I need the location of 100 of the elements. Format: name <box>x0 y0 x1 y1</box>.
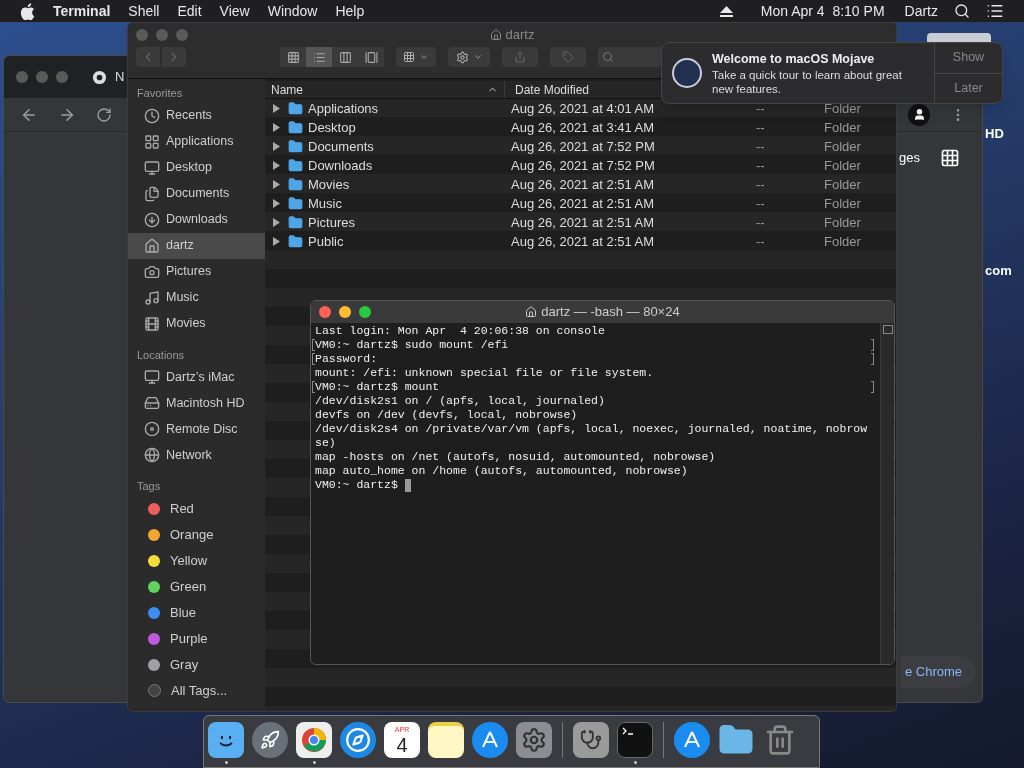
menu-clock[interactable]: Mon Apr 4 8:10 PM <box>760 0 885 22</box>
terminal-icon[interactable] <box>617 722 653 758</box>
folder-icon <box>288 120 303 135</box>
search-icon <box>602 51 614 63</box>
eject-icon[interactable] <box>719 5 733 17</box>
menu-user-name[interactable]: Dartz <box>904 0 938 22</box>
date-modified: Aug 26, 2021 at 4:01 AM <box>511 99 656 118</box>
sidebar-item[interactable]: Purple <box>128 625 265 652</box>
reload-icon[interactable] <box>96 106 112 123</box>
desktop-icon-label[interactable]: HD <box>985 124 1004 144</box>
menu-item[interactable]: View <box>219 0 250 22</box>
menu-app-name[interactable]: Terminal <box>53 0 111 22</box>
disclosure-triangle-icon[interactable] <box>273 123 280 132</box>
column-view-button[interactable] <box>332 47 358 67</box>
caret-icon <box>472 52 483 62</box>
file-size: -- <box>756 137 766 156</box>
sidebar-item[interactable]: dartz <box>128 232 265 259</box>
sidebar-item[interactable]: Applications <box>128 128 265 155</box>
sidebar-item[interactable]: Red <box>128 495 265 522</box>
action-button[interactable] <box>448 47 490 67</box>
window-control-button[interactable] <box>359 306 371 318</box>
notification-action-button[interactable]: Show <box>935 43 1002 74</box>
list-icon[interactable] <box>986 2 1004 20</box>
file-name[interactable]: Downloads <box>308 155 511 176</box>
notification-action-button[interactable]: Later <box>935 73 1002 103</box>
file-name[interactable]: Public <box>308 231 511 252</box>
menu-item[interactable]: Help <box>335 0 365 22</box>
list-view-button[interactable] <box>306 47 332 67</box>
sidebar-item[interactable]: Yellow <box>128 547 265 574</box>
folder-icon <box>288 177 303 192</box>
mark-bracket-icon <box>871 381 874 393</box>
apple-logo-icon[interactable] <box>20 2 35 20</box>
file-kind: Folder <box>824 99 861 118</box>
sidebar-item[interactable]: Green <box>128 573 265 600</box>
window-control-button[interactable] <box>319 306 331 318</box>
compass-icon[interactable] <box>340 722 376 758</box>
terminal-line: Password: <box>315 352 378 366</box>
sidebar-item[interactable]: Recents <box>128 102 265 129</box>
file-kind: Folder <box>824 194 861 213</box>
sidebar-item[interactable]: All Tags... <box>128 677 265 704</box>
column-view-icon <box>338 50 352 64</box>
sidebar-item[interactable]: Network <box>128 442 265 468</box>
search-icon[interactable] <box>954 3 970 19</box>
terminal-line: se) <box>315 436 336 450</box>
sidebar-item[interactable]: Blue <box>128 599 265 626</box>
sidebar-item[interactable]: Movies <box>128 310 265 337</box>
file-kind: Folder <box>824 156 861 175</box>
group-button[interactable] <box>396 47 436 67</box>
disclosure-triangle-icon[interactable] <box>273 199 280 208</box>
date-modified: Aug 26, 2021 at 7:52 PM <box>511 137 656 156</box>
sidebar-item[interactable]: Macintosh HD <box>128 390 265 416</box>
disclosure-triangle-icon[interactable] <box>273 161 280 170</box>
stethoscope-drive-icon[interactable] <box>573 722 609 758</box>
menu-item[interactable]: Edit <box>177 0 202 22</box>
images-link[interactable]: ges <box>899 148 920 168</box>
letter-a-icon[interactable] <box>674 722 710 758</box>
file-kind: Folder <box>824 118 861 137</box>
file-name[interactable]: Music <box>308 193 511 214</box>
monitor-icon <box>144 159 160 176</box>
sidebar-item[interactable]: Gray <box>128 651 265 678</box>
sidebar-item[interactable]: Downloads <box>128 206 265 233</box>
rocket-icon[interactable] <box>252 722 288 758</box>
file-name[interactable]: Pictures <box>308 212 511 233</box>
icon-view-button[interactable] <box>280 47 306 67</box>
gear-icon[interactable] <box>516 722 552 758</box>
column-header[interactable]: Date Modified <box>505 81 665 98</box>
menu-item[interactable]: Window <box>267 0 318 22</box>
file-name[interactable]: Desktop <box>308 117 511 138</box>
camera-icon <box>144 263 160 280</box>
sidebar-item[interactable]: Pictures <box>128 258 265 285</box>
window-control-button[interactable] <box>339 306 351 318</box>
file-name[interactable]: Documents <box>308 136 511 157</box>
sidebar-item[interactable]: Dartz’s iMac <box>128 364 265 390</box>
sidebar-item[interactable]: Documents <box>128 180 265 207</box>
disclosure-triangle-icon[interactable] <box>273 218 280 227</box>
sidebar-item[interactable]: Music <box>128 284 265 311</box>
letter-a-icon[interactable] <box>472 722 508 758</box>
file-name[interactable]: Movies <box>308 174 511 195</box>
sidebar-item[interactable]: Desktop <box>128 154 265 181</box>
notepad-icon[interactable] <box>428 722 464 758</box>
menu-item[interactable]: Shell <box>128 0 160 22</box>
folder-icon <box>288 234 303 249</box>
disclosure-triangle-icon[interactable] <box>273 237 280 246</box>
gear-icon <box>455 50 469 64</box>
sidebar-item[interactable]: Orange <box>128 521 265 548</box>
chrome-button[interactable]: e Chrome <box>900 656 976 688</box>
browser-icon[interactable] <box>296 722 332 758</box>
gallery-view-button[interactable] <box>358 47 384 67</box>
disclosure-triangle-icon[interactable] <box>273 142 280 151</box>
smiling-face-icon[interactable] <box>208 722 244 758</box>
file-name[interactable]: Applications <box>308 98 511 119</box>
disclosure-triangle-icon[interactable] <box>273 104 280 113</box>
disclosure-triangle-icon[interactable] <box>273 180 280 189</box>
profile-button[interactable] <box>908 103 930 126</box>
split-pane-icon[interactable] <box>882 325 893 334</box>
tab-title[interactable]: N <box>115 67 125 87</box>
desktop-icon-label[interactable]: com <box>985 261 1012 281</box>
column-header[interactable]: Name <box>265 81 505 98</box>
sidebar-item[interactable]: Remote Disc <box>128 416 265 442</box>
apps-grid-icon[interactable] <box>940 148 960 168</box>
